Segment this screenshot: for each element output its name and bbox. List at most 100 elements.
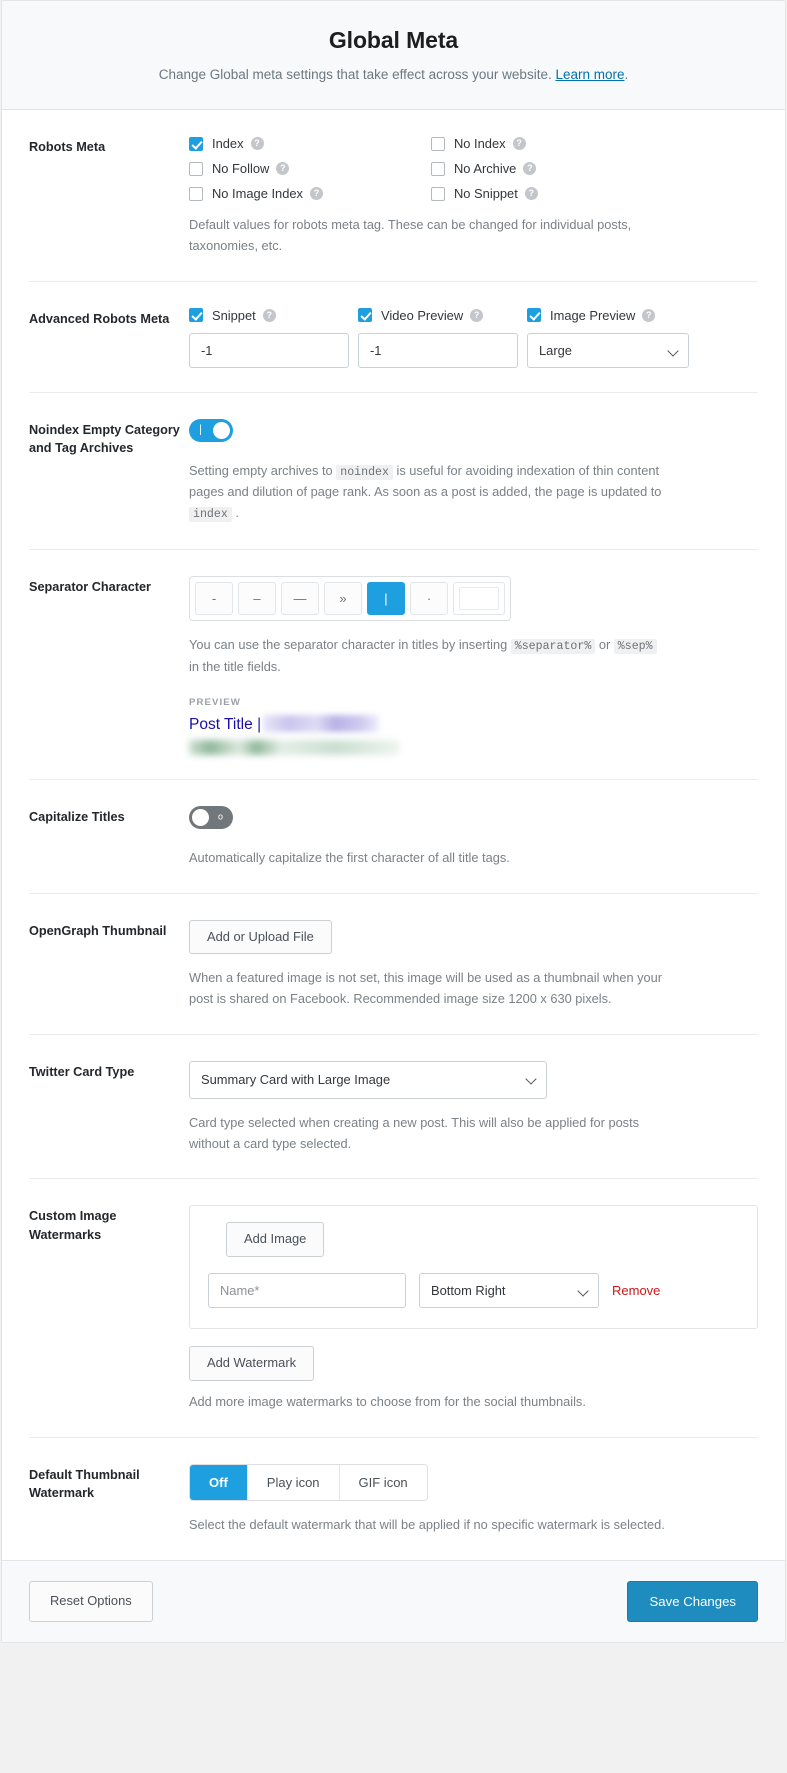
help-icon[interactable]: ? [263,309,276,322]
help-text-2: or [595,637,614,652]
separator-button-group: - – — » | · [189,576,511,621]
checkbox-label: Video Preview [381,308,463,323]
advanced-robots-meta-label: Advanced Robots Meta [29,308,189,328]
settings-body: Robots Meta Index? No Index? No Follow? … [2,110,785,1559]
separator-option-middot[interactable]: · [410,582,448,615]
opengraph-thumbnail-label: OpenGraph Thumbnail [29,920,189,940]
twitter-card-type-help: Card type selected when creating a new p… [189,1113,669,1154]
custom-image-watermarks-help: Add more image watermarks to choose from… [189,1392,669,1413]
help-icon[interactable]: ? [523,162,536,175]
settings-page: Global Meta Change Global meta settings … [0,0,787,1773]
twitter-card-type-select[interactable]: Summary Card with Large Image [189,1061,547,1099]
card-footer: Reset Options Save Changes [2,1560,785,1642]
image-preview-select-wrap: Large [527,333,689,368]
preview-separator-glyph: | [257,716,261,733]
capitalize-titles-toggle[interactable]: o [189,806,233,829]
separator-help: You can use the separator character in t… [189,635,669,678]
noindex-empty-help: Setting empty archives to noindex is use… [189,461,669,525]
row-capitalize-titles: Capitalize Titles o Automatically capita… [29,780,758,894]
watermark-option-play-icon[interactable]: Play icon [248,1465,340,1500]
help-text-1: You can use the separator character in t… [189,637,511,652]
preview-blurred-url [189,740,399,755]
noindex-empty-toggle[interactable]: | [189,419,233,442]
watermark-position-select[interactable]: Bottom Right [419,1273,599,1308]
checkbox-image-preview[interactable]: Image Preview? [527,308,689,323]
checkbox-snippet[interactable]: Snippet? [189,308,349,323]
separator-option-hyphen[interactable]: - [195,582,233,615]
help-icon[interactable]: ? [525,187,538,200]
watermark-position-select-wrap: Bottom Right [419,1273,599,1308]
noindex-empty-label: Noindex Empty Category and Tag Archives [29,419,189,458]
checkbox-index[interactable]: Index? [189,136,431,151]
advanced-col-image-preview: Image Preview? Large [527,308,689,368]
global-meta-card: Global Meta Change Global meta settings … [1,0,786,1643]
checkbox-label: Index [212,136,244,151]
checkbox-no-snippet[interactable]: No Snippet? [431,186,758,201]
page-subtitle: Change Global meta settings that take ef… [32,65,755,85]
code-index: index [189,507,232,522]
separator-option-en-dash[interactable]: – [238,582,276,615]
code-noindex: noindex [336,465,393,480]
checkbox-video-preview[interactable]: Video Preview? [358,308,518,323]
add-watermark-button[interactable]: Add Watermark [189,1346,314,1381]
save-changes-button[interactable]: Save Changes [627,1581,758,1622]
row-advanced-robots-meta: Advanced Robots Meta Snippet? Video Prev… [29,282,758,393]
preview-label: PREVIEW [189,697,758,708]
watermark-name-input[interactable] [208,1273,406,1308]
preview-title-line: Post Title | [189,715,404,734]
checkbox-label: Image Preview [550,308,635,323]
add-or-upload-file-button[interactable]: Add or Upload File [189,920,332,955]
card-header: Global Meta Change Global meta settings … [2,1,785,110]
default-thumbnail-watermark-help: Select the default watermark that will b… [189,1515,669,1536]
help-text-1: Setting empty archives to [189,463,336,478]
image-preview-select[interactable]: Large [527,333,689,368]
help-icon[interactable]: ? [642,309,655,322]
separator-option-pipe[interactable]: | [367,582,405,615]
help-icon[interactable]: ? [276,162,289,175]
row-default-thumbnail-watermark: Default Thumbnail Watermark Off Play ico… [29,1438,758,1560]
code-separator: %separator% [511,639,596,654]
checkbox-label: No Index [454,136,506,151]
checkbox-box [189,137,203,151]
checkbox-no-index[interactable]: No Index? [431,136,758,151]
watermark-item-row: Bottom Right Remove [208,1273,739,1308]
remove-watermark-link[interactable]: Remove [612,1283,660,1298]
checkbox-box [431,137,445,151]
checkbox-no-image-index[interactable]: No Image Index? [189,186,431,201]
video-preview-input[interactable] [358,333,518,368]
row-robots-meta: Robots Meta Index? No Index? No Follow? … [29,110,758,281]
advanced-robots-grid: Snippet? Video Preview? Image Preview? L [189,308,758,368]
learn-more-link[interactable]: Learn more [555,67,624,82]
preview-post-title: Post Title [189,716,253,733]
checkbox-box [431,187,445,201]
help-icon[interactable]: ? [470,309,483,322]
row-twitter-card-type: Twitter Card Type Summary Card with Larg… [29,1035,758,1179]
separator-option-em-dash[interactable]: — [281,582,319,615]
code-sep: %sep% [614,639,657,654]
help-icon[interactable]: ? [513,137,526,150]
help-icon[interactable]: ? [310,187,323,200]
snippet-input[interactable] [189,333,349,368]
help-icon[interactable]: ? [251,137,264,150]
robots-meta-help: Default values for robots meta tag. Thes… [189,215,669,256]
checkbox-no-follow[interactable]: No Follow? [189,161,431,176]
separator-preview: Post Title | [189,715,404,754]
row-opengraph-thumbnail: OpenGraph Thumbnail Add or Upload File W… [29,894,758,1035]
preview-blurred-title [263,715,379,732]
checkbox-box [431,162,445,176]
toggle-mark: o [218,813,223,822]
checkbox-label: No Follow [212,161,269,176]
separator-custom-input[interactable] [453,582,505,615]
page-title: Global Meta [32,27,755,54]
help-text-3: in the title fields. [189,659,281,674]
checkbox-no-archive[interactable]: No Archive? [431,161,758,176]
separator-option-guillemet[interactable]: » [324,582,362,615]
checkbox-label: No Archive [454,161,516,176]
watermark-option-off[interactable]: Off [190,1465,248,1500]
watermark-option-gif-icon[interactable]: GIF icon [340,1465,427,1500]
checkbox-label: Snippet [212,308,256,323]
reset-options-button[interactable]: Reset Options [29,1581,153,1622]
add-image-button[interactable]: Add Image [226,1222,324,1257]
checkbox-box [527,308,541,322]
capitalize-titles-label: Capitalize Titles [29,806,189,826]
